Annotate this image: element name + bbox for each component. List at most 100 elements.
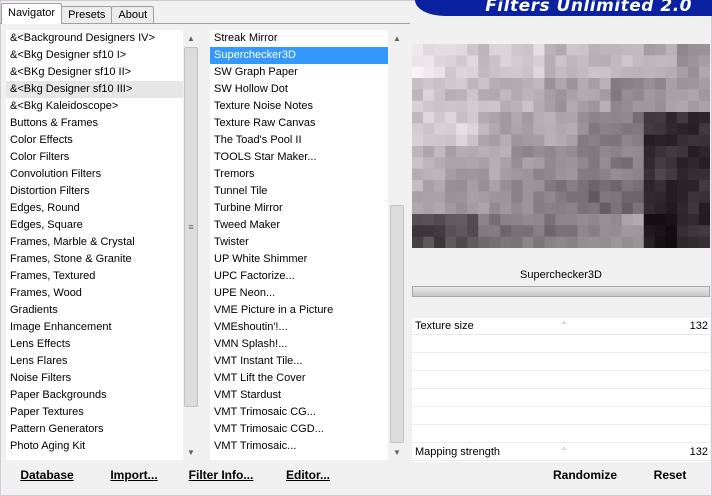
- category-item[interactable]: &<Bkg Designer sf10 III>: [6, 81, 183, 98]
- filter-item-label: Tunnel Tile: [214, 185, 268, 197]
- texture-tile: [676, 214, 710, 248]
- texture-tile: [643, 180, 678, 215]
- filter-item[interactable]: Streak Mirror: [210, 30, 388, 47]
- filter-list[interactable]: Streak Mirror Superchecker3D SW Graph Pape…: [210, 30, 388, 460]
- category-item-label: Frames, Wood: [10, 287, 82, 299]
- category-item[interactable]: Frames, Stone & Granite: [6, 251, 183, 268]
- empty-param-row: [412, 372, 710, 389]
- category-item[interactable]: Lens Flares: [6, 353, 183, 370]
- filter-item[interactable]: VMT Instant Tile...: [210, 353, 388, 370]
- tab-presets[interactable]: Presets: [61, 6, 113, 24]
- category-item[interactable]: Color Filters: [6, 149, 183, 166]
- filter-item[interactable]: Texture Noise Notes: [210, 98, 388, 115]
- category-item-label: Image Enhancement: [10, 321, 112, 333]
- filter-scrollbar[interactable]: ▲ ▼: [389, 30, 405, 460]
- category-item[interactable]: Frames, Marble & Crystal: [6, 234, 183, 251]
- filter-item[interactable]: VMT Stardust: [210, 387, 388, 404]
- category-item-label: &<Bkg Kaleidoscope>: [10, 100, 119, 112]
- category-item[interactable]: &<Bkg Kaleidoscope>: [6, 98, 183, 115]
- category-scrollbar[interactable]: ▲ ≡ ▼: [183, 30, 199, 460]
- filter-item[interactable]: ⋮VMT Trimosaic CGD...: [210, 421, 388, 438]
- filter-item[interactable]: Tweed Maker: [210, 217, 388, 234]
- filter-item[interactable]: VMT Lift the Cover: [210, 370, 388, 387]
- texture-tile: [511, 214, 545, 248]
- category-item[interactable]: Distortion Filters: [6, 183, 183, 200]
- category-item[interactable]: Color Effects: [6, 132, 183, 149]
- texture-tile: [577, 214, 612, 248]
- category-item[interactable]: &<BKg Designer sf10 II>: [6, 64, 183, 81]
- category-item[interactable]: Pattern Generators: [6, 421, 183, 438]
- texture-tile: [643, 112, 678, 147]
- filter-item[interactable]: The Toad's Pool II: [210, 132, 388, 149]
- category-item[interactable]: Edges, Square: [6, 217, 183, 234]
- filter-item[interactable]: Tunnel Tile: [210, 183, 388, 200]
- texture-tile: [412, 214, 446, 248]
- filter-item[interactable]: SW Graph Paper: [210, 64, 388, 81]
- category-item[interactable]: Photo Aging Kit: [6, 438, 183, 455]
- category-item[interactable]: Paper Backgrounds: [6, 387, 183, 404]
- scroll-down-arrow-icon[interactable]: ▼: [389, 444, 405, 460]
- scroll-up-arrow-icon[interactable]: ▲: [389, 30, 405, 46]
- category-item[interactable]: Gradients: [6, 302, 183, 319]
- texture-tile: [610, 78, 645, 113]
- filter-item[interactable]: VME Picture in a Picture: [210, 302, 388, 319]
- category-item[interactable]: Convolution Filters: [6, 166, 183, 183]
- drag-handle-icon[interactable]: ⋮: [210, 438, 213, 455]
- scroll-thumb[interactable]: ≡: [184, 47, 198, 407]
- filter-item[interactable]: Twister: [210, 234, 388, 251]
- category-list[interactable]: &<Background Designers IV> &<Bkg Designer…: [6, 30, 183, 460]
- filter-item[interactable]: Turbine Mirror: [210, 200, 388, 217]
- randomize-button[interactable]: Randomize: [548, 466, 622, 484]
- filter-item[interactable]: UP White Shimmer: [210, 251, 388, 268]
- texture-tile: [445, 78, 479, 113]
- filter-item[interactable]: VMN Splash!...: [210, 336, 388, 353]
- app-banner: Filters Unlimited 2.0: [415, 0, 712, 16]
- param-row-texture-size[interactable]: Texture size 132: [412, 318, 710, 335]
- texture-tile: [544, 180, 579, 215]
- filter-item[interactable]: Texture Raw Canvas: [210, 115, 388, 132]
- param-label: Mapping strength: [415, 446, 500, 458]
- filter-item[interactable]: Tremors: [210, 166, 388, 183]
- category-item[interactable]: Noise Filters: [6, 370, 183, 387]
- category-item-label: Noise Filters: [10, 372, 72, 384]
- editor-button[interactable]: Editor...: [280, 466, 336, 484]
- category-item[interactable]: Frames, Textured: [6, 268, 183, 285]
- texture-tile: [478, 78, 512, 113]
- database-button[interactable]: Database: [14, 466, 80, 484]
- scroll-down-arrow-icon[interactable]: ▼: [183, 444, 199, 460]
- filter-item-label: Tweed Maker: [214, 219, 281, 231]
- category-item[interactable]: Paper Textures: [6, 404, 183, 421]
- filter-item[interactable]: UPC Factorize...: [210, 268, 388, 285]
- category-item[interactable]: &<Background Designers IV>: [6, 30, 183, 47]
- scroll-thumb[interactable]: [390, 205, 404, 443]
- texture-tile: [412, 112, 446, 147]
- texture-tile: [643, 146, 678, 181]
- texture-tile: [676, 44, 710, 79]
- filter-item[interactable]: Superchecker3D: [210, 47, 388, 64]
- filter-item[interactable]: TOOLS Star Maker...: [210, 149, 388, 166]
- filter-item[interactable]: UPE Neon...: [210, 285, 388, 302]
- category-item-label: &<Bkg Designer sf10 I>: [10, 49, 127, 61]
- reset-button[interactable]: Reset: [646, 466, 694, 484]
- texture-tile: [478, 146, 512, 181]
- filter-item[interactable]: ⋮VMT Trimosaic...: [210, 438, 388, 455]
- category-item[interactable]: Lens Effects: [6, 336, 183, 353]
- category-item[interactable]: Edges, Round: [6, 200, 183, 217]
- texture-tile: [412, 180, 446, 215]
- filter-item[interactable]: VMT Trimosaic CG...: [210, 404, 388, 421]
- texture-tile: [544, 146, 579, 181]
- scroll-up-arrow-icon[interactable]: ▲: [183, 30, 199, 46]
- filter-item[interactable]: VMEshoutin'!...: [210, 319, 388, 336]
- category-item[interactable]: Frames, Wood: [6, 285, 183, 302]
- slider-marker: [561, 318, 567, 324]
- param-row-mapping-strength[interactable]: Mapping strength 132: [412, 444, 710, 461]
- tab-navigator[interactable]: Navigator: [1, 3, 63, 24]
- drag-handle-icon[interactable]: ⋮: [210, 421, 213, 438]
- filter-info-button[interactable]: Filter Info...: [184, 466, 258, 484]
- import-button[interactable]: Import...: [104, 466, 164, 484]
- filter-item[interactable]: SW Hollow Dot: [210, 81, 388, 98]
- category-item[interactable]: &<Bkg Designer sf10 I>: [6, 47, 183, 64]
- tab-about[interactable]: About: [111, 6, 155, 24]
- category-item[interactable]: Buttons & Frames: [6, 115, 183, 132]
- category-item[interactable]: Image Enhancement: [6, 319, 183, 336]
